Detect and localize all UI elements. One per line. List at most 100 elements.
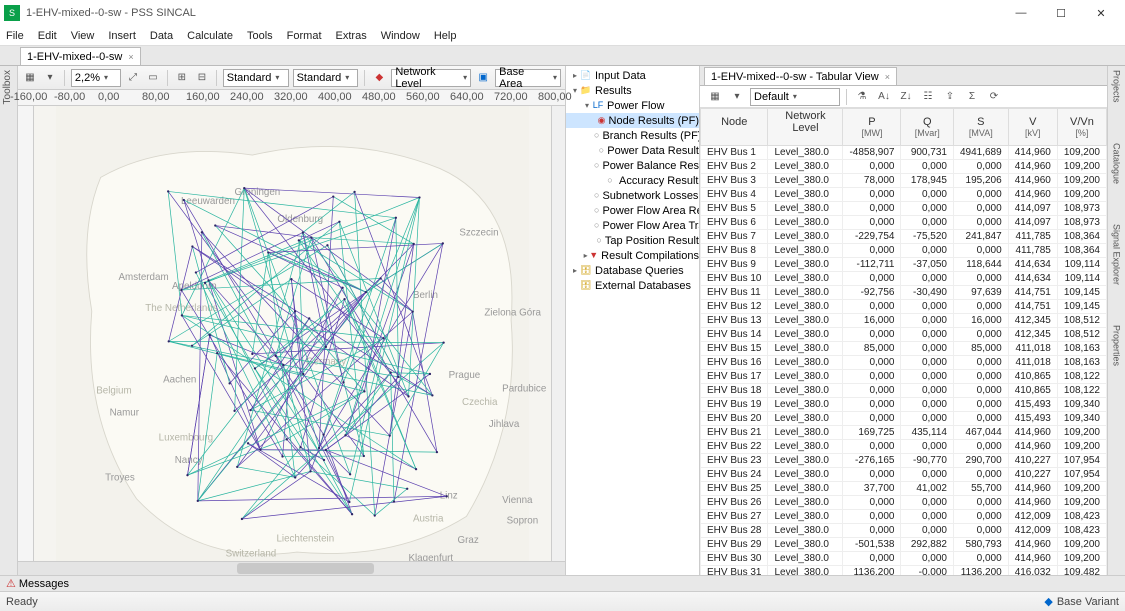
column-header[interactable]: Node [701,109,768,146]
menu-file[interactable]: File [6,30,24,42]
style2-combo[interactable]: Standard▾ [293,69,359,87]
table-row[interactable]: EHV Bus 5Level_380.00,0000,0000,000414,0… [701,202,1107,216]
table-row[interactable]: EHV Bus 9Level_380.0-112,711-37,050118,6… [701,258,1107,272]
refresh-icon[interactable]: ⟳ [985,88,1003,106]
tree-item[interactable]: ○Accuracy Result [566,173,699,188]
dock-tab-projects[interactable]: Projects [1112,70,1122,103]
table-row[interactable]: EHV Bus 8Level_380.00,0000,0000,000411,7… [701,244,1107,258]
tree-item[interactable]: ○Power Flow Area Result [566,203,699,218]
view-combo[interactable]: Default▾ [750,88,840,106]
table-row[interactable]: EHV Bus 1Level_380.0-4858,907900,7314941… [701,146,1107,160]
table-row[interactable]: EHV Bus 11Level_380.0-92,756-30,49097,63… [701,286,1107,300]
twisty-icon[interactable]: ▸ [570,71,580,80]
table-row[interactable]: EHV Bus 25Level_380.037,70041,00255,7004… [701,482,1107,496]
column-header[interactable]: V[kV] [1008,109,1057,146]
table-row[interactable]: EHV Bus 30Level_380.00,0000,0000,000414,… [701,552,1107,566]
network-canvas[interactable]: LeeuwardenGroningenOldenburgAmsterdamApe… [34,106,551,561]
twisty-icon[interactable]: ▾ [582,101,592,110]
menu-data[interactable]: Data [150,30,173,42]
table-row[interactable]: EHV Bus 22Level_380.00,0000,0000,000414,… [701,440,1107,454]
table-row[interactable]: EHV Bus 26Level_380.00,0000,0000,000414,… [701,496,1107,510]
menu-tools[interactable]: Tools [247,30,273,42]
table-row[interactable]: EHV Bus 20Level_380.00,0000,0000,000415,… [701,412,1107,426]
zoom-fit-icon[interactable]: ⤢ [125,69,141,87]
column-header[interactable]: Q[Mvar] [901,109,953,146]
table-row[interactable]: EHV Bus 24Level_380.00,0000,0000,000410,… [701,468,1107,482]
column-header[interactable]: S[MVA] [953,109,1008,146]
tree-item[interactable]: ▸▼Result Compilations [566,248,699,263]
tree-item[interactable]: ○Power Flow Area Transfer [566,218,699,233]
sort-asc-icon[interactable]: A↓ [875,88,893,106]
dock-tab-signal-explorer[interactable]: Signal Explorer [1112,224,1122,285]
grid-icon[interactable]: ▦ [706,88,724,106]
table-row[interactable]: EHV Bus 21Level_380.0169,725435,114467,0… [701,426,1107,440]
table-row[interactable]: EHV Bus 3Level_380.078,000178,945195,206… [701,174,1107,188]
table-row[interactable]: EHV Bus 29Level_380.0-501,538292,882580,… [701,538,1107,552]
dropdown-icon[interactable]: ▾ [42,69,58,87]
zoom-region-icon[interactable]: ▭ [145,69,161,87]
tree-item[interactable]: ▾LFPower Flow [566,98,699,113]
tool-icon[interactable]: ⊞ [174,69,190,87]
tree-item[interactable]: 🗄External Databases [566,278,699,293]
table-row[interactable]: EHV Bus 14Level_380.00,0000,0000,000412,… [701,328,1107,342]
dropdown-icon[interactable]: ▾ [728,88,746,106]
scrollbar-horizontal[interactable] [18,561,565,575]
results-table[interactable]: Node Network Level P[MW]Q[Mvar]S[MVA]V[k… [700,108,1107,575]
table-row[interactable]: EHV Bus 17Level_380.00,0000,0000,000410,… [701,370,1107,384]
tree-item[interactable]: ◉Node Results (PF) [566,113,699,128]
twisty-icon[interactable]: ▸ [570,266,580,275]
table-row[interactable]: EHV Bus 7Level_380.0-229,754-75,520241,8… [701,230,1107,244]
zoom-combo[interactable]: 2,2%▾ [71,69,121,87]
tree-item[interactable]: ▾📁Results [566,83,699,98]
table-row[interactable]: EHV Bus 12Level_380.00,0000,0000,000414,… [701,300,1107,314]
area-icon[interactable]: ▣ [475,69,491,87]
table-row[interactable]: EHV Bus 23Level_380.0-276,165-90,770290,… [701,454,1107,468]
menu-calculate[interactable]: Calculate [187,30,233,42]
table-row[interactable]: EHV Bus 15Level_380.085,0000,00085,00041… [701,342,1107,356]
table-row[interactable]: EHV Bus 31Level_380.01136,200-0,0001136,… [701,566,1107,576]
tabular-tab[interactable]: 1-EHV-mixed--0-sw - Tabular View × [704,67,897,85]
tree-item[interactable]: ▸🗄Database Queries [566,263,699,278]
table-row[interactable]: EHV Bus 18Level_380.00,0000,0000,000410,… [701,384,1107,398]
messages-tab[interactable]: Messages [19,578,69,590]
style1-combo[interactable]: Standard▾ [223,69,289,87]
tree-item[interactable]: ○Branch Results (PF) [566,128,699,143]
scrollbar-vertical[interactable] [551,106,565,561]
maximize-button[interactable]: ☐ [1041,1,1081,25]
menu-edit[interactable]: Edit [38,30,57,42]
table-row[interactable]: EHV Bus 16Level_380.00,0000,0000,000411,… [701,356,1107,370]
sum-icon[interactable]: Σ [963,88,981,106]
minimize-button[interactable]: — [1001,1,1041,25]
menu-extras[interactable]: Extras [336,30,367,42]
menu-window[interactable]: Window [381,30,420,42]
tree-item[interactable]: ○Power Data Result [566,143,699,158]
document-tab[interactable]: 1-EHV-mixed--0-sw × [20,47,141,65]
menu-view[interactable]: View [71,30,95,42]
menu-insert[interactable]: Insert [108,30,136,42]
twisty-icon[interactable]: ▸ [582,251,589,260]
menu-format[interactable]: Format [287,30,322,42]
table-row[interactable]: EHV Bus 6Level_380.00,0000,0000,000414,0… [701,216,1107,230]
table-row[interactable]: EHV Bus 4Level_380.00,0000,0000,000414,9… [701,188,1107,202]
tree-item[interactable]: ▸📄Input Data [566,68,699,83]
dock-tab-catalogue[interactable]: Catalogue [1112,143,1122,184]
dock-tab-properties[interactable]: Properties [1112,325,1122,366]
column-header[interactable]: P[MW] [843,109,901,146]
tree-item[interactable]: ○Power Balance Result [566,158,699,173]
close-button[interactable]: ✕ [1081,1,1121,25]
table-row[interactable]: EHV Bus 28Level_380.00,0000,0000,000412,… [701,524,1107,538]
palette-icon[interactable]: ◆ [371,69,387,87]
menu-help[interactable]: Help [434,30,457,42]
tree-item[interactable]: ○Tap Position Result [566,233,699,248]
tool2-icon[interactable]: ⊟ [194,69,210,87]
table-row[interactable]: EHV Bus 2Level_380.00,0000,0000,000414,9… [701,160,1107,174]
close-icon[interactable]: × [128,52,133,62]
column-header[interactable]: Network Level [768,109,843,146]
sort-desc-icon[interactable]: Z↓ [897,88,915,106]
column-header[interactable]: V/Vn[%] [1057,109,1106,146]
area-combo[interactable]: Base Area▾ [495,69,561,87]
table-row[interactable]: EHV Bus 27Level_380.00,0000,0000,000412,… [701,510,1107,524]
table-row[interactable]: EHV Bus 19Level_380.00,0000,0000,000415,… [701,398,1107,412]
close-icon[interactable]: × [885,72,890,82]
columns-icon[interactable]: ☷ [919,88,937,106]
